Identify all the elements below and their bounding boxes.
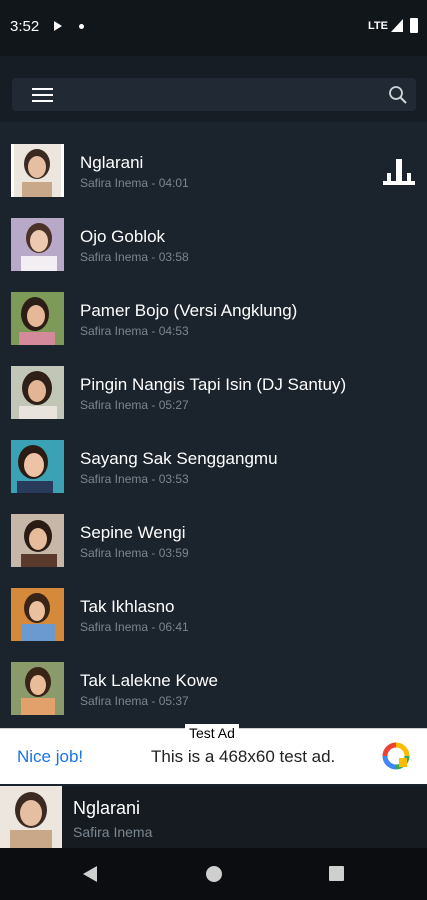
song-title: Ojo Goblok <box>80 227 166 246</box>
song-thumbnail <box>11 292 64 345</box>
system-nav-bar <box>0 848 427 900</box>
ad-label: Test Ad <box>185 724 239 742</box>
song-subtitle: Safira Inema - 03:59 <box>80 546 189 560</box>
battery-icon <box>410 18 418 33</box>
notification-dot-icon <box>79 24 84 29</box>
song-item[interactable]: Ojo Goblok Safira Inema - 03:58 <box>0 197 427 271</box>
app-header <box>0 56 427 122</box>
ad-logo-icon <box>382 742 410 770</box>
back-icon[interactable] <box>83 866 97 882</box>
ad-text: This is a 468x60 test ad. <box>151 747 336 766</box>
song-item[interactable]: Pamer Bojo (Versi Angklung) Safira Inema… <box>0 271 427 345</box>
song-title: Pingin Nangis Tapi Isin (DJ Santuy) <box>80 375 347 394</box>
song-item[interactable]: Sepine Wengi Safira Inema - 03:59 <box>0 493 427 567</box>
song-thumbnail <box>11 662 64 715</box>
song-title: Nglarani <box>80 153 144 172</box>
home-icon[interactable] <box>206 866 222 882</box>
song-subtitle: Safira Inema - 05:27 <box>80 398 189 412</box>
song-subtitle: Safira Inema - 04:53 <box>80 324 189 338</box>
song-title: Pamer Bojo (Versi Angklung) <box>80 301 298 320</box>
song-subtitle: Safira Inema - 04:01 <box>80 176 189 190</box>
status-bar: 3:52 LTE <box>0 0 427 56</box>
song-thumbnail <box>11 144 64 197</box>
search-bar[interactable] <box>12 78 416 111</box>
song-subtitle: Safira Inema - 05:37 <box>80 694 189 708</box>
song-thumbnail <box>11 588 64 641</box>
now-playing-title: Nglarani <box>73 798 141 818</box>
now-playing-thumbnail <box>0 786 62 848</box>
now-playing-artist: Safira Inema <box>73 824 153 840</box>
song-title: Tak Ikhlasno <box>80 597 175 616</box>
song-thumbnail <box>11 218 64 271</box>
now-playing-bar[interactable]: Nglarani Safira Inema <box>0 786 427 848</box>
song-item[interactable]: Nglarani Safira Inema - 04:01 <box>0 123 427 197</box>
search-icon[interactable] <box>388 85 408 105</box>
recents-icon[interactable] <box>329 866 344 881</box>
song-subtitle: Safira Inema - 06:41 <box>80 620 189 634</box>
song-item[interactable]: Pingin Nangis Tapi Isin (DJ Santuy) Safi… <box>0 345 427 419</box>
song-item[interactable]: Tak Ikhlasno Safira Inema - 06:41 <box>0 567 427 641</box>
menu-icon[interactable] <box>32 88 53 102</box>
play-notification-icon <box>54 21 62 31</box>
song-subtitle: Safira Inema - 03:53 <box>80 472 189 486</box>
song-item[interactable]: Sayang Sak Senggangmu Safira Inema - 03:… <box>0 419 427 493</box>
equalizer-playing-icon <box>383 159 415 185</box>
song-title: Sepine Wengi <box>80 523 186 542</box>
song-item[interactable]: Tak Lalekne Kowe Safira Inema - 05:37 <box>0 641 427 715</box>
ad-cta[interactable]: Nice job! <box>17 747 83 767</box>
song-title: Tak Lalekne Kowe <box>80 671 218 690</box>
song-thumbnail <box>11 514 64 567</box>
status-time: 3:52 <box>10 18 40 35</box>
song-title: Sayang Sak Senggangmu <box>80 449 278 468</box>
song-thumbnail <box>11 440 64 493</box>
signal-icon <box>391 19 403 32</box>
song-thumbnail <box>11 366 64 419</box>
network-type: LTE <box>368 20 388 32</box>
song-subtitle: Safira Inema - 03:58 <box>80 250 189 264</box>
